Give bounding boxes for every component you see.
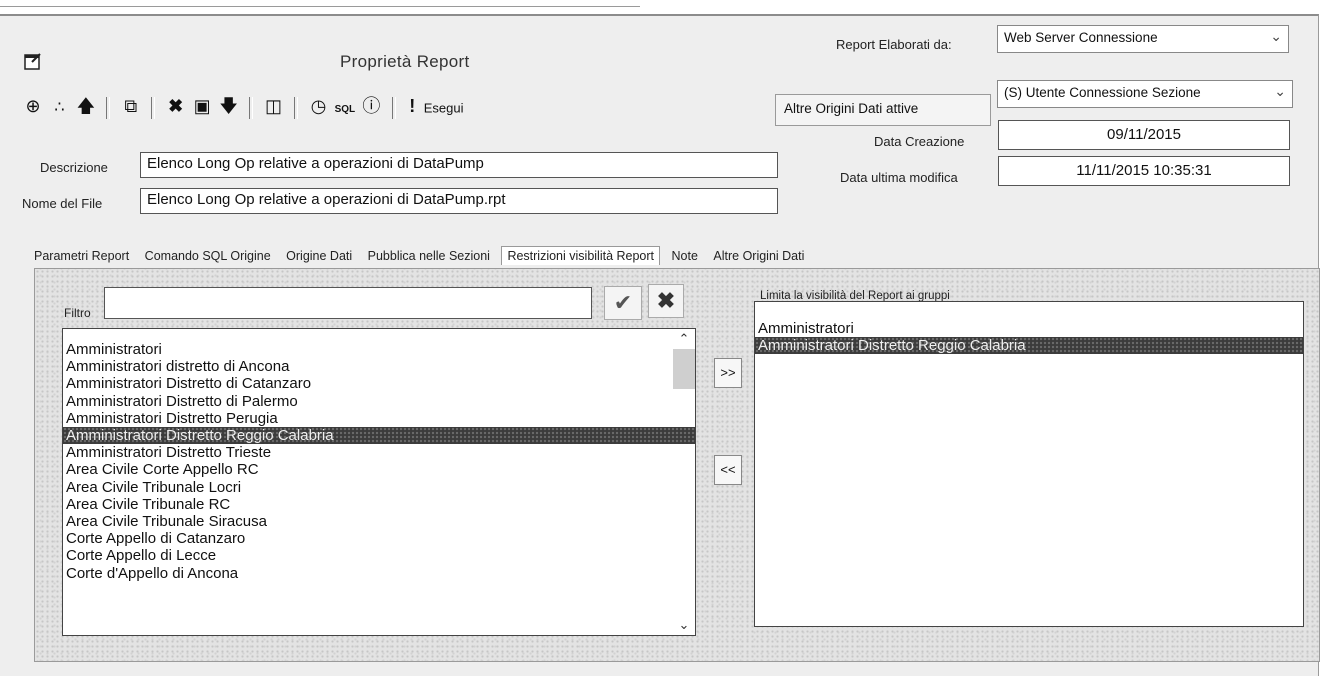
copy-icon[interactable]: ⧉ xyxy=(120,94,142,118)
toolbar-separator xyxy=(249,96,254,119)
last-modified-label: Data ultima modifica xyxy=(840,170,958,185)
close-icon: ✖ xyxy=(656,288,676,313)
tab-parametri-report[interactable]: Parametri Report xyxy=(30,246,133,266)
list-item[interactable]: Amministratori Distretto Perugia xyxy=(63,410,695,427)
toolbar: ⊕ ∴ 🡅 ⧉ ✖ ▣ 🡇 ◫ ◷ SQL ⓘ ! Esegui xyxy=(22,94,463,120)
list-item[interactable]: Corte d'Appello di Ancona xyxy=(63,565,695,582)
tab-bar: Parametri Report Comando SQL Origine Ori… xyxy=(30,246,812,270)
add-group-button[interactable]: >> xyxy=(714,358,742,388)
delete-icon[interactable]: ✖ xyxy=(165,94,187,118)
tab-altre-origini-dati[interactable]: Altre Origini Dati xyxy=(709,246,808,266)
top-divider xyxy=(0,6,640,7)
scroll-up-icon[interactable]: ⌃ xyxy=(673,330,695,347)
other-sources-value: (S) Utente Connessione Sezione xyxy=(1004,85,1201,100)
last-modified-field[interactable]: 11/11/2015 10:35:31 xyxy=(998,156,1290,186)
save-icon[interactable]: ▣ xyxy=(191,94,213,118)
clock-icon[interactable]: ◷ xyxy=(307,94,329,118)
window-title: Proprietà Report xyxy=(340,52,470,71)
scroll-thumb[interactable] xyxy=(673,349,695,390)
tab-note[interactable]: Note xyxy=(668,246,702,266)
execute-label[interactable]: Esegui xyxy=(424,100,464,115)
other-sources-select[interactable]: (S) Utente Connessione Sezione ⌄ xyxy=(997,80,1293,108)
properties-icon xyxy=(22,52,44,76)
creation-date-field[interactable]: 09/11/2015 xyxy=(998,120,1290,150)
toolbar-separator xyxy=(391,96,396,119)
other-sources-button[interactable]: Altre Origini Dati attive xyxy=(775,94,991,126)
apply-filter-button[interactable]: ✔ xyxy=(604,286,642,320)
scroll-down-icon[interactable]: ⌄ xyxy=(673,616,695,633)
list-item[interactable]: Amministratori Distretto di Catanzaro xyxy=(63,375,695,392)
sql-icon[interactable]: SQL xyxy=(334,98,356,122)
toolbar-separator xyxy=(293,96,298,119)
list-item[interactable]: Corte Appello di Lecce xyxy=(63,547,695,564)
chevron-down-icon: ⌄ xyxy=(1270,28,1282,44)
list-item[interactable]: Amministratori Distretto Reggio Calabria xyxy=(63,427,695,445)
properties-icon[interactable]: ◫ xyxy=(263,94,285,118)
filename-label: Nome del File xyxy=(22,196,103,211)
chevron-down-icon: ⌄ xyxy=(1274,83,1286,99)
clear-filter-button[interactable]: ✖ xyxy=(648,284,684,318)
list-item[interactable]: Amministratori Distretto Reggio Calabria xyxy=(755,337,1303,355)
toolbar-separator xyxy=(151,96,156,119)
list-item[interactable]: Amministratori distretto di Ancona xyxy=(63,358,695,375)
list-item[interactable]: Area Civile Tribunale Locri xyxy=(63,479,695,496)
up-arrow-icon[interactable]: 🡅 xyxy=(75,94,97,118)
list-item[interactable]: Area Civile Corte Appello RC xyxy=(63,461,695,478)
tab-pubblica-nelle-sezioni[interactable]: Pubblica nelle Sezioni xyxy=(364,246,494,266)
tab-origine-dati[interactable]: Origine Dati xyxy=(282,246,356,266)
description-field[interactable]: Elenco Long Op relative a operazioni di … xyxy=(140,152,778,178)
report-by-select[interactable]: Web Server Connessione ⌄ xyxy=(997,25,1289,53)
checkmark-icon: ✔ xyxy=(613,290,633,315)
list-item[interactable]: Area Civile Tribunale Siracusa xyxy=(63,513,695,530)
remove-group-button[interactable]: << xyxy=(714,455,742,485)
selected-groups-list[interactable]: Amministratori Amministratori Distretto R… xyxy=(754,301,1304,627)
filter-input[interactable] xyxy=(104,287,592,319)
report-by-label: Report Elaborati da: xyxy=(836,37,952,52)
list-item[interactable]: Amministratori Distretto Trieste xyxy=(63,444,695,461)
list-item[interactable]: Amministratori xyxy=(755,320,1303,337)
report-by-value: Web Server Connessione xyxy=(1004,30,1158,45)
list-item[interactable]: Area Civile Tribunale RC xyxy=(63,496,695,513)
list-item[interactable]: Amministratori xyxy=(63,341,695,358)
toolbar-separator xyxy=(106,96,111,119)
creation-date-label: Data Creazione xyxy=(874,134,965,149)
execute-icon[interactable]: ! xyxy=(405,94,419,118)
filename-field[interactable]: Elenco Long Op relative a operazioni di … xyxy=(140,188,778,214)
tab-comando-sql-origine[interactable]: Comando SQL Origine xyxy=(141,246,275,266)
filter-label: Filtro xyxy=(64,306,91,320)
tree-icon[interactable]: ∴ xyxy=(48,96,70,120)
list-scrollbar[interactable]: ⌃ ⌄ xyxy=(673,329,695,635)
available-groups-list[interactable]: ⌃ ⌄ Amministratori Amministratori distret… xyxy=(62,328,696,636)
description-label: Descrizione xyxy=(40,160,108,175)
tab-restrizioni-visibilita[interactable]: Restrizioni visibilità Report xyxy=(501,246,661,265)
info-icon[interactable]: ⓘ xyxy=(360,94,382,118)
list-item[interactable]: Amministratori Distretto di Palermo xyxy=(63,393,695,410)
list-item[interactable]: Corte Appello di Catanzaro xyxy=(63,530,695,547)
add-icon[interactable]: ⊕ xyxy=(22,94,44,118)
down-arrow-icon[interactable]: 🡇 xyxy=(218,94,240,118)
